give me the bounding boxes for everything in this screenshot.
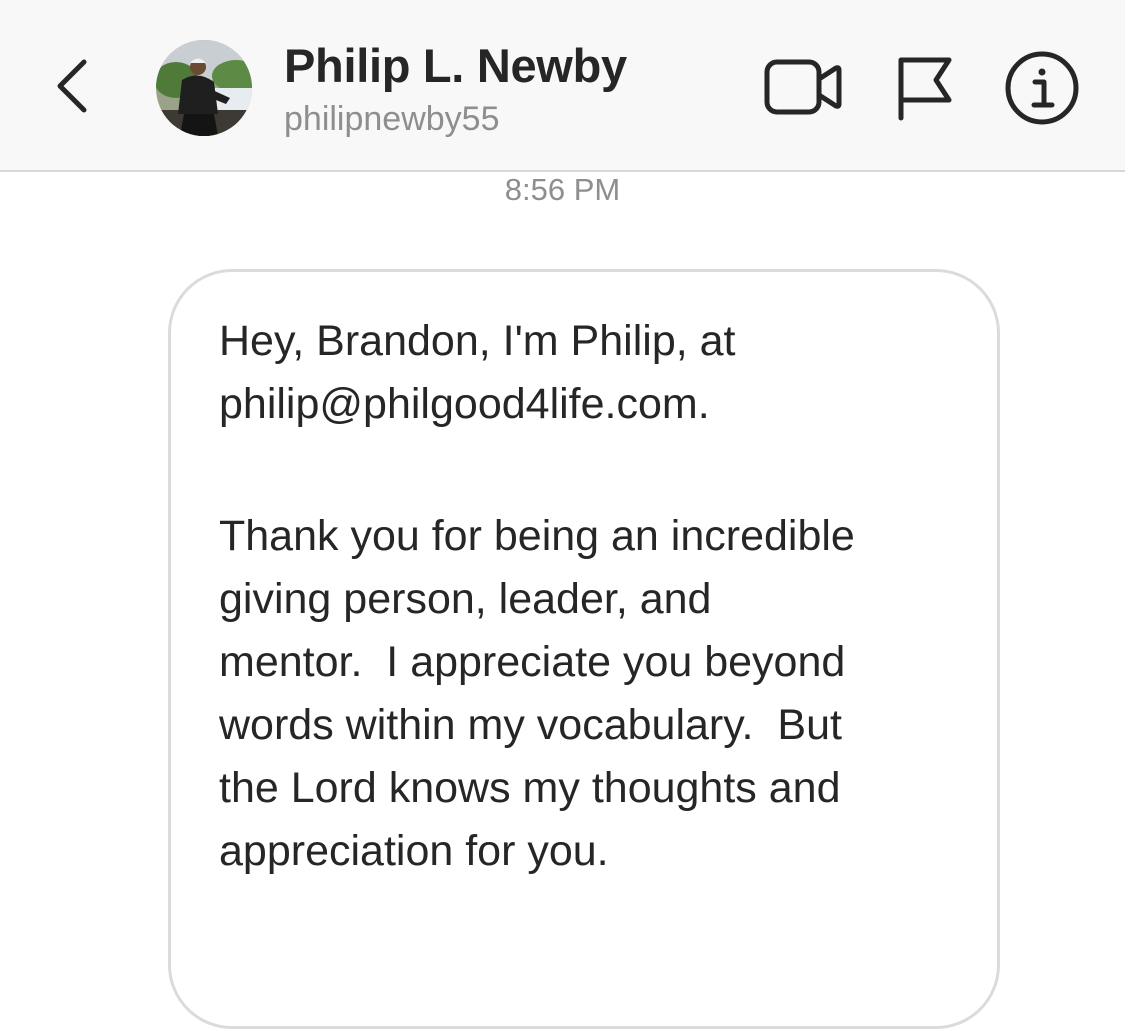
report-button[interactable] bbox=[894, 52, 954, 122]
message-bubble[interactable]: Hey, Brandon, I'm Philip, at philip@phil… bbox=[168, 269, 1000, 1029]
video-camera-icon bbox=[764, 59, 842, 115]
contact-name[interactable]: Philip L. Newby bbox=[284, 38, 627, 93]
flag-icon bbox=[898, 57, 952, 121]
avatar[interactable] bbox=[156, 40, 252, 136]
chat-header: Philip L. Newby philipnewby55 bbox=[0, 0, 1125, 172]
profile-photo bbox=[156, 40, 252, 136]
video-call-button[interactable] bbox=[764, 52, 842, 122]
message-timestamp: 8:56 PM bbox=[504, 172, 621, 207]
back-button[interactable] bbox=[48, 54, 96, 118]
message-paragraph-2: Thank you for being an incredible giving… bbox=[219, 512, 855, 875]
chevron-left-icon bbox=[57, 59, 87, 113]
contact-username[interactable]: philipnewby55 bbox=[284, 100, 500, 139]
info-button[interactable] bbox=[1004, 50, 1080, 126]
message-paragraph-1: Hey, Brandon, I'm Philip, at philip@phil… bbox=[219, 317, 736, 428]
info-icon bbox=[1005, 51, 1079, 125]
